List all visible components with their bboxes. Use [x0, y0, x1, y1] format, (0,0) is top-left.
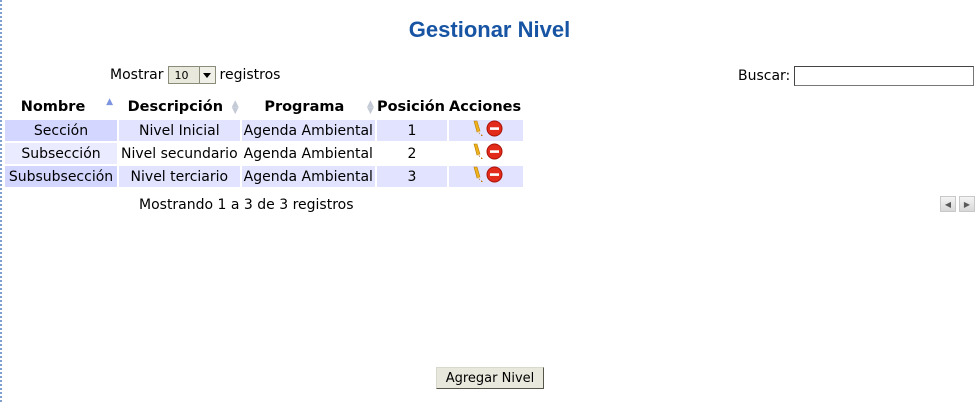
chevron-down-icon[interactable]: [198, 67, 215, 83]
column-header-posicion[interactable]: Posición: [377, 96, 447, 118]
sort-ascending-icon: ▲: [106, 97, 113, 107]
table-header-row: Nombre ▲ Descripción ▲ ▼ Programa ▲ ▼ Posi…: [5, 96, 523, 118]
cell-acciones: [449, 120, 524, 141]
add-level-button[interactable]: Agregar Nivel: [436, 367, 544, 389]
cell-acciones: [449, 143, 524, 164]
cell-programa: Agenda Ambiental: [241, 166, 375, 187]
sort-both-icon: ▲ ▼: [231, 99, 239, 116]
cell-descripcion: Nivel Inicial: [119, 120, 240, 141]
edit-icon[interactable]: [470, 120, 484, 137]
table-info: Mostrando 1 a 3 de 3 registros: [139, 197, 354, 213]
left-border: [0, 0, 2, 403]
search-filter: Buscar:: [738, 66, 975, 86]
previous-page-button[interactable]: ◀: [940, 196, 956, 212]
cell-programa: Agenda Ambiental: [241, 120, 375, 141]
column-header-acciones: Acciones: [449, 99, 522, 115]
next-page-button[interactable]: ▶: [959, 196, 975, 212]
column-header-descripcion[interactable]: Descripción ▲ ▼: [119, 96, 240, 118]
cell-nombre: Subsección: [5, 143, 117, 164]
length-suffix: registros: [219, 67, 281, 83]
delete-icon[interactable]: [486, 143, 503, 160]
levels-table: Nombre ▲ Descripción ▲ ▼ Programa ▲ ▼ Posi…: [3, 94, 525, 189]
cell-acciones: [449, 166, 524, 187]
sort-both-icon: ▲ ▼: [367, 99, 374, 116]
table-row: Subsubsección Nivel terciario Agenda Amb…: [5, 166, 524, 187]
page-length-select[interactable]: 10: [167, 66, 216, 84]
cell-posicion: 1: [376, 120, 447, 141]
edit-icon[interactable]: [470, 166, 484, 183]
edit-icon[interactable]: [470, 143, 484, 160]
table-row: Sección Nivel Inicial Agenda Ambiental 1: [5, 120, 524, 141]
cell-descripcion: Nivel terciario: [119, 166, 240, 187]
delete-icon[interactable]: [486, 166, 503, 183]
delete-icon[interactable]: [486, 120, 503, 137]
cell-descripcion: Nivel secundario: [119, 143, 240, 164]
column-header-nombre[interactable]: Nombre ▲: [5, 96, 117, 118]
table-row: Subsección Nivel secundario Agenda Ambie…: [5, 143, 524, 164]
pagination: ◀ ▶: [940, 196, 975, 212]
search-input[interactable]: [794, 66, 975, 86]
cell-programa: Agenda Ambiental: [241, 143, 375, 164]
page-title: Gestionar Nivel: [408, 17, 571, 42]
cell-posicion: 3: [376, 166, 447, 187]
page-length-value: 10: [174, 68, 189, 82]
cell-nombre: Subsubsección: [5, 166, 117, 187]
cell-nombre: Sección: [5, 120, 117, 141]
column-header-programa[interactable]: Programa ▲ ▼: [242, 96, 375, 118]
length-prefix: Mostrar: [110, 67, 164, 83]
search-label: Buscar:: [738, 68, 791, 84]
cell-posicion: 2: [376, 143, 447, 164]
length-menu: Mostrar 10 registros: [110, 66, 280, 84]
